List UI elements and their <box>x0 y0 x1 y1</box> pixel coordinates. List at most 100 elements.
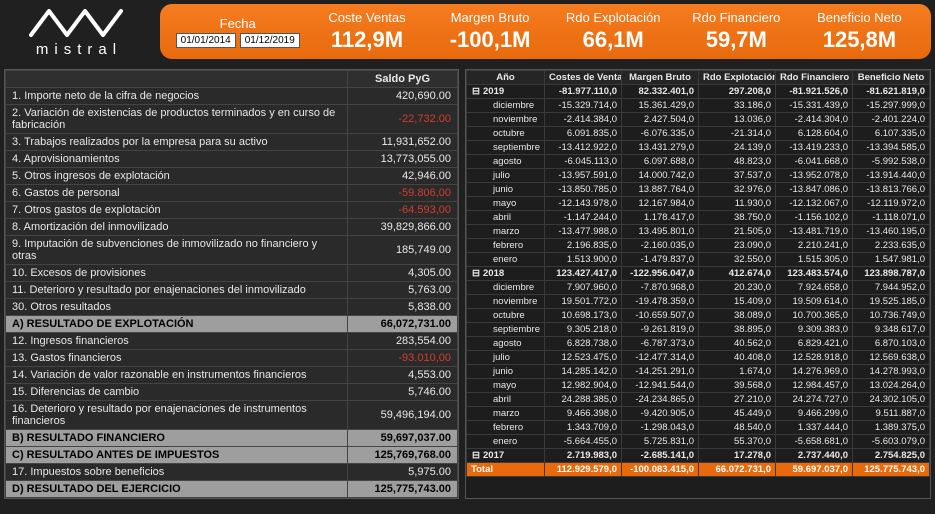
period-row[interactable]: junio14.285.142,0-14.251.291,01.674,014.… <box>467 365 930 379</box>
period-cell: 59.697.037,0 <box>776 463 853 477</box>
period-row[interactable]: abril24.288.385,0-24.234.865,027.210,024… <box>467 393 930 407</box>
kpi-coste-ventas: Coste Ventas 112,9M <box>305 10 428 53</box>
period-row[interactable]: diciembre-15.329.714,015.361.429,033.186… <box>467 99 930 113</box>
period-row[interactable]: julio12.523.475,0-12.477.314,040.408,012… <box>467 351 930 365</box>
collapse-icon[interactable]: ⊟ <box>471 85 481 98</box>
collapse-icon[interactable]: ⊟ <box>471 267 481 280</box>
period-cell: 112.929.579,0 <box>545 463 622 477</box>
pyg-row-label: 16. Deterioro y resultado por enajenacio… <box>6 401 348 430</box>
period-cell: -13.957.591,0 <box>545 169 622 183</box>
period-header[interactable]: Costes de Ventas <box>545 71 622 85</box>
pyg-row[interactable]: 4. Aprovisionamientos13,773,055.00 <box>6 151 458 168</box>
period-cell: -6.045.113,0 <box>545 155 622 169</box>
pyg-row-label: 13. Gastos financieros <box>6 350 348 367</box>
period-cell: 11.930,0 <box>699 197 776 211</box>
pyg-row[interactable]: C) RESULTADO ANTES DE IMPUESTOS125,769,7… <box>6 447 458 464</box>
period-row[interactable]: abril-1.147.244,01.178.417,038.750,0-1.1… <box>467 211 930 225</box>
pyg-row[interactable]: 11. Deterioro y resultado por enajenacio… <box>6 282 458 299</box>
pyg-row[interactable]: 7. Otros gastos de explotación-64.593,00 <box>6 202 458 219</box>
period-header[interactable]: Año <box>467 71 545 85</box>
date-to-input[interactable]: 01/12/2019 <box>240 33 300 48</box>
pyg-row[interactable]: 5. Otros ingresos de explotación42,946.0… <box>6 168 458 185</box>
period-header[interactable]: Rdo Explotación <box>699 71 776 85</box>
period-cell: 24.274.727,0 <box>776 393 853 407</box>
period-row[interactable]: agosto-6.045.113,06.097.688,048.823,0-6.… <box>467 155 930 169</box>
logo: mistral <box>4 4 154 59</box>
pyg-row[interactable]: 1. Importe neto de la cifra de negocios4… <box>6 88 458 105</box>
pyg-row[interactable]: A) RESULTADO DE EXPLOTACIÓN66,072,731.00 <box>6 316 458 333</box>
period-cell: 14.278.993,0 <box>853 365 930 379</box>
period-cell: 1.389.375,0 <box>853 421 930 435</box>
period-cell: -12.143.978,0 <box>545 197 622 211</box>
period-row[interactable]: julio-13.957.591,014.000.742,037.537,0-1… <box>467 169 930 183</box>
pyg-row[interactable]: 10. Excesos de provisiones4,305.00 <box>6 265 458 282</box>
date-from-input[interactable]: 01/01/2014 <box>176 33 236 48</box>
period-row[interactable]: ⊟2018123.427.417,0-122.956.047,0412.674,… <box>467 267 930 281</box>
period-row[interactable]: diciembre7.907.960,0-7.870.968,020.230,0… <box>467 281 930 295</box>
period-row[interactable]: febrero2.196.835,0-2.160.035,023.090,02.… <box>467 239 930 253</box>
period-row[interactable]: septiembre-13.412.922,013.431.279,024.13… <box>467 141 930 155</box>
period-row[interactable]: enero-5.664.455,05.725.831,055.370,0-5.6… <box>467 435 930 449</box>
pyg-row[interactable]: 13. Gastos financieros-93.010,00 <box>6 350 458 367</box>
pyg-header: Saldo PyG <box>348 71 458 88</box>
pyg-row[interactable]: 8. Amortización del inmovilizado39,829,8… <box>6 219 458 236</box>
period-row[interactable]: octubre10.698.173,0-10.659.507,038.089,0… <box>467 309 930 323</box>
pyg-row[interactable]: 12. Ingresos financieros283,554.00 <box>6 333 458 350</box>
pyg-row-label: B) RESULTADO FINANCIERO <box>6 430 348 447</box>
kpi-label: Fecha <box>170 16 305 31</box>
pyg-row-value: 5,838.00 <box>348 299 458 316</box>
period-row[interactable]: septiembre9.305.218,0-9.261.819,038.895,… <box>467 323 930 337</box>
period-cell: 412.674,0 <box>699 267 776 281</box>
pyg-row[interactable]: 2. Variación de existencias de productos… <box>6 105 458 134</box>
period-cell: -122.956.047,0 <box>622 267 699 281</box>
pyg-row[interactable]: 16. Deterioro y resultado por enajenacio… <box>6 401 458 430</box>
pyg-row-value: -59.806,00 <box>348 185 458 202</box>
period-row-label: octubre <box>467 127 545 141</box>
pyg-row-label: 15. Diferencias de cambio <box>6 384 348 401</box>
period-row[interactable]: junio-13.850.785,013.887.764,032.976,0-1… <box>467 183 930 197</box>
period-row[interactable]: noviembre19.501.772,0-19.478.359,015.409… <box>467 295 930 309</box>
pyg-row-value: 42,946.00 <box>348 168 458 185</box>
pyg-row[interactable]: 30. Otros resultados5,838.00 <box>6 299 458 316</box>
period-header[interactable]: Rdo Financiero <box>776 71 853 85</box>
period-row[interactable]: Total112.929.579,0-100.083.415,066.072.7… <box>467 463 930 477</box>
period-row[interactable]: mayo12.982.904,0-12.941.544,039.568,012.… <box>467 379 930 393</box>
period-row[interactable]: octubre6.091.835,0-6.076.335,0-21.314,06… <box>467 127 930 141</box>
pyg-row[interactable]: 3. Trabajos realizados por la empresa pa… <box>6 134 458 151</box>
period-row[interactable]: ⊟20172.719.983,0-2.685.141,017.278,02.73… <box>467 449 930 463</box>
period-header[interactable]: Beneficio Neto <box>853 71 930 85</box>
pyg-row[interactable]: B) RESULTADO FINANCIERO59,697,037.00 <box>6 430 458 447</box>
period-cell: 12.167.984,0 <box>622 197 699 211</box>
period-cell: 38.089,0 <box>699 309 776 323</box>
period-header[interactable]: Margen Bruto <box>622 71 699 85</box>
period-row[interactable]: agosto6.828.738,0-6.787.373,040.562,06.8… <box>467 337 930 351</box>
pyg-row[interactable]: 9. Imputación de subvenciones de inmovil… <box>6 236 458 265</box>
period-cell: -19.478.359,0 <box>622 295 699 309</box>
pyg-row[interactable]: 15. Diferencias de cambio5,746.00 <box>6 384 458 401</box>
period-cell: 10.698.173,0 <box>545 309 622 323</box>
pyg-row-value: 66,072,731.00 <box>348 316 458 333</box>
pyg-row[interactable]: 6. Gastos de personal-59.806,00 <box>6 185 458 202</box>
period-row[interactable]: marzo9.466.398,0-9.420.905,045.449,09.46… <box>467 407 930 421</box>
period-row-label: ⊟2019 <box>467 85 545 99</box>
pyg-row-label: C) RESULTADO ANTES DE IMPUESTOS <box>6 447 348 464</box>
kpi-label: Coste Ventas <box>305 10 428 25</box>
pyg-row-value: 420,690.00 <box>348 88 458 105</box>
period-cell: 5.725.831,0 <box>622 435 699 449</box>
period-row[interactable]: marzo-13.477.988,013.495.801,021.505,0-1… <box>467 225 930 239</box>
pyg-row[interactable]: 17. Impuestos sobre beneficios5,975.00 <box>6 464 458 481</box>
period-row[interactable]: mayo-12.143.978,012.167.984,011.930,0-12… <box>467 197 930 211</box>
period-row[interactable]: ⊟2019-81.977.110,082.332.401,0297.208,0-… <box>467 85 930 99</box>
pyg-row-label: 14. Variación de valor razonable en inst… <box>6 367 348 384</box>
period-row[interactable]: enero1.513.900,0-1.479.837,032.550,01.51… <box>467 253 930 267</box>
period-cell: 38.895,0 <box>699 323 776 337</box>
period-row[interactable]: noviembre-2.414.384,02.427.504,013.036,0… <box>467 113 930 127</box>
pyg-row[interactable]: D) RESULTADO DEL EJERCICIO125,775,743.00 <box>6 481 458 498</box>
period-cell: -12.132.067,0 <box>776 197 853 211</box>
collapse-icon[interactable]: ⊟ <box>471 449 481 462</box>
period-row[interactable]: febrero1.343.709,0-1.298.043,048.540,01.… <box>467 421 930 435</box>
period-cell: -13.850.785,0 <box>545 183 622 197</box>
pyg-row[interactable]: 14. Variación de valor razonable en inst… <box>6 367 458 384</box>
period-cell: 17.278,0 <box>699 449 776 463</box>
period-cell: -2.685.141,0 <box>622 449 699 463</box>
